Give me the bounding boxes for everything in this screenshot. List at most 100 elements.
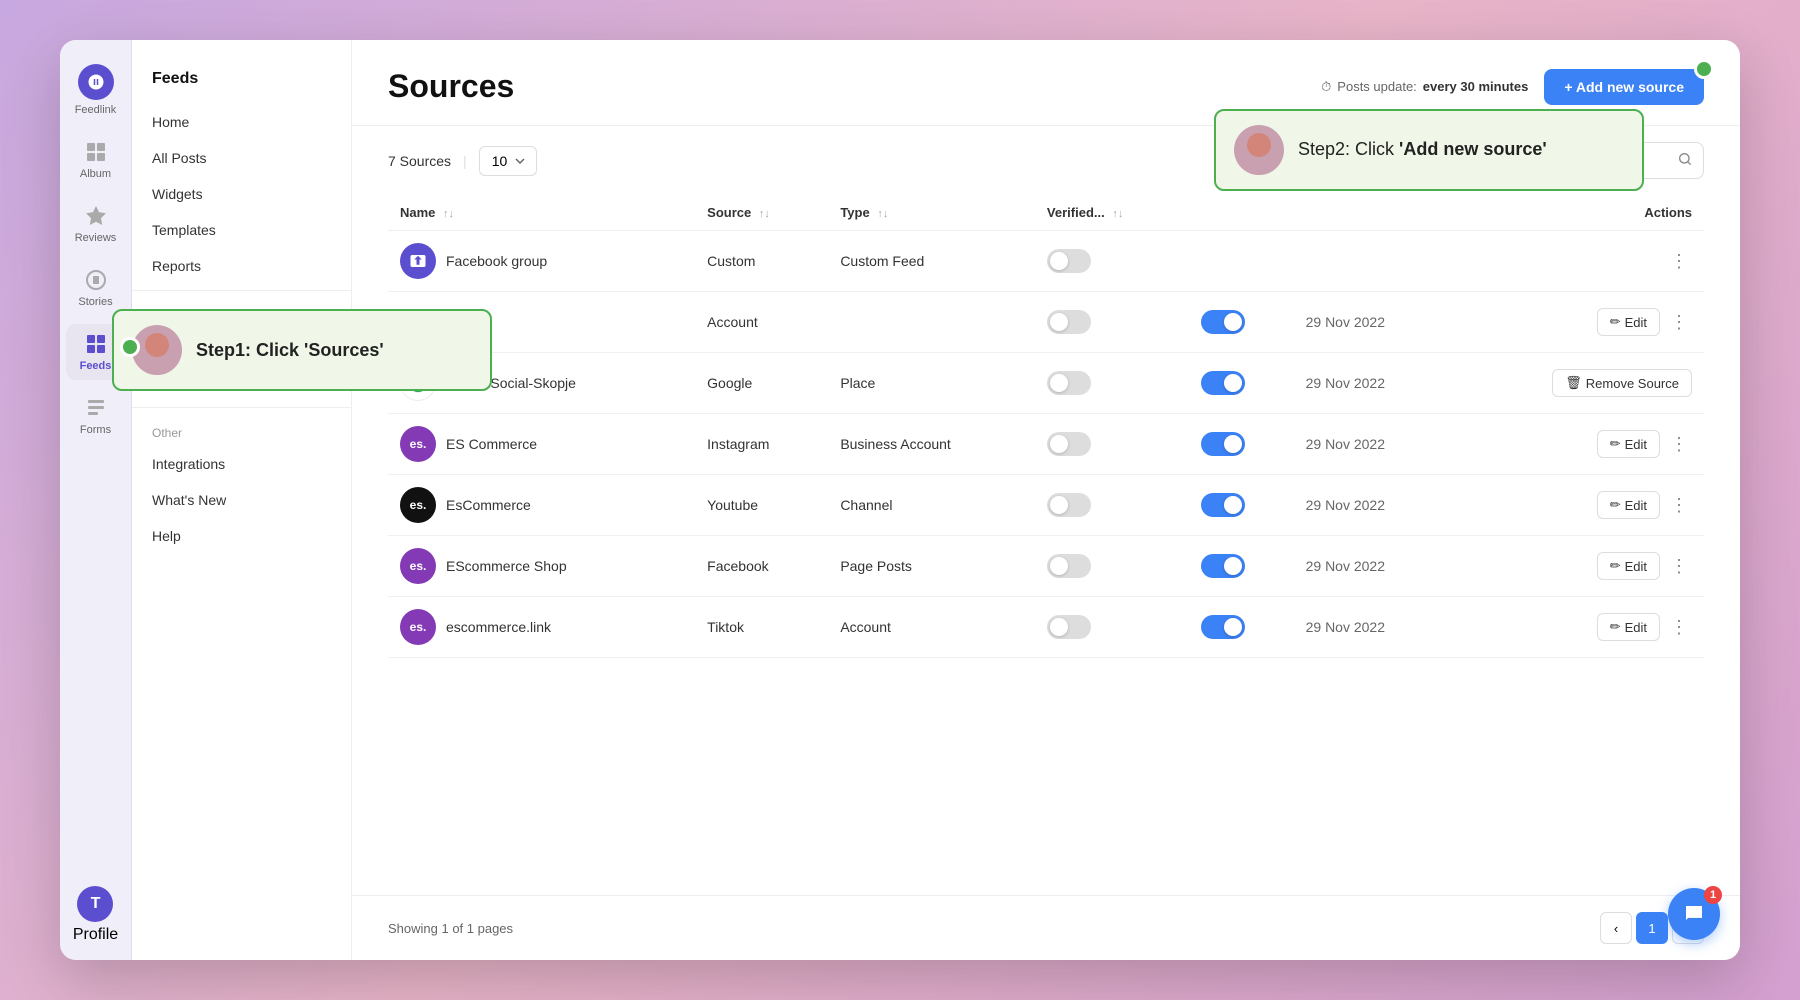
toggle-verified[interactable] <box>1047 615 1091 639</box>
cell-actions: ✏ Edit⋮ <box>1452 475 1704 536</box>
toggle-verified[interactable] <box>1047 554 1091 578</box>
sidebar-item-all-posts[interactable]: All Posts <box>132 140 351 176</box>
cell-type: Page Posts <box>828 536 1035 597</box>
more-options-button[interactable]: ⋮ <box>1666 247 1692 276</box>
edit-icon: ✏ <box>1610 314 1621 330</box>
toggle-enabled[interactable] <box>1201 554 1245 578</box>
table-row: Facebook group Custom Custom Feed ⋮ <box>388 231 1704 292</box>
toggle-verified[interactable] <box>1047 249 1091 273</box>
source-name-text: escommerce.link <box>446 619 551 635</box>
nav-feedlink[interactable]: Feedlink <box>66 56 126 124</box>
toggle-verified[interactable] <box>1047 310 1091 334</box>
sidebar-item-templates[interactable]: Templates <box>132 212 351 248</box>
step1-green-dot <box>120 337 140 357</box>
nav-album[interactable]: Album <box>66 132 126 188</box>
album-icon <box>84 140 108 164</box>
edit-button[interactable]: ✏ Edit <box>1597 491 1660 519</box>
sidebar-item-help-label: Help <box>152 528 181 544</box>
cell-verified-toggle <box>1035 414 1189 475</box>
album-label: Album <box>80 168 111 180</box>
cell-actions: ✏ Edit⋮ <box>1452 292 1704 353</box>
edit-icon: ✏ <box>1610 558 1621 574</box>
more-options-button[interactable]: ⋮ <box>1666 491 1692 520</box>
more-options-button[interactable]: ⋮ <box>1666 613 1692 642</box>
table-row: EmbedSocial-Skopje Google Place 29 Nov 2… <box>388 353 1704 414</box>
sidebar: Feeds Home All Posts Widgets Templates R… <box>132 40 352 960</box>
edit-icon: ✏ <box>1610 619 1621 635</box>
step2-text: Step2: Click 'Add new source' <box>1298 139 1547 160</box>
more-options-button[interactable]: ⋮ <box>1666 308 1692 337</box>
toggle-enabled[interactable] <box>1201 615 1245 639</box>
step2-avatar <box>1234 125 1284 175</box>
sidebar-item-sources[interactable]: Sources Step1: Click 'Sources' <box>132 329 351 365</box>
edit-button[interactable]: ✏ Edit <box>1597 308 1660 336</box>
cell-verified-toggle <box>1035 353 1189 414</box>
more-options-button[interactable]: ⋮ <box>1666 552 1692 581</box>
nav-reviews[interactable]: Reviews <box>66 196 126 252</box>
edit-button[interactable]: ✏ Edit <box>1597 552 1660 580</box>
cell-actions: ✏ Edit⋮ <box>1452 536 1704 597</box>
cell-verified-toggle <box>1035 597 1189 658</box>
chat-bubble[interactable]: 1 <box>1668 888 1720 940</box>
prev-page-button[interactable]: ‹ <box>1600 912 1632 944</box>
toggle-verified[interactable] <box>1047 432 1091 456</box>
type-sort[interactable]: ↑↓ <box>877 208 888 220</box>
source-name-text: ES Commerce <box>446 436 537 452</box>
edit-button[interactable]: ✏ Edit <box>1597 613 1660 641</box>
cell-enabled-toggle <box>1189 231 1293 292</box>
cell-actions: ✏ Edit⋮ <box>1452 597 1704 658</box>
trash-icon: 🗑 <box>1565 375 1582 391</box>
sidebar-item-integrations[interactable]: Integrations <box>132 446 351 482</box>
add-source-wrapper: + Add new source Step2: Click 'Add new <box>1544 69 1704 105</box>
toggle-enabled[interactable] <box>1201 432 1245 456</box>
sidebar-item-widgets[interactable]: Widgets <box>132 176 351 212</box>
sidebar-item-reports[interactable]: Reports <box>132 248 351 284</box>
col-verified: Verified... ↑↓ <box>1035 195 1189 231</box>
add-source-button[interactable]: + Add new source <box>1544 69 1704 105</box>
more-options-button[interactable]: ⋮ <box>1666 430 1692 459</box>
step1-tooltip: Step1: Click 'Sources' <box>112 309 492 391</box>
col-name: Name ↑↓ <box>388 195 695 231</box>
cell-source: Account <box>695 292 828 353</box>
col-type: Type ↑↓ <box>828 195 1035 231</box>
sidebar-item-whats-new[interactable]: What's New <box>132 482 351 518</box>
nav-stories[interactable]: Stories <box>66 260 126 316</box>
sidebar-item-home[interactable]: Home <box>132 104 351 140</box>
cell-type <box>828 292 1035 353</box>
verified-sort[interactable]: ↑↓ <box>1112 208 1123 220</box>
cell-name: es. EsCommerce <box>388 475 695 536</box>
toggle-enabled[interactable] <box>1201 493 1245 517</box>
source-name-text: EsCommerce <box>446 497 531 513</box>
nav-profile[interactable]: T Profile <box>73 886 118 944</box>
table-body: Facebook group Custom Custom Feed ⋮ Acco… <box>388 231 1704 658</box>
posts-update-label: Posts update: <box>1337 79 1417 94</box>
per-page-select[interactable]: 10 25 50 <box>479 146 537 176</box>
sidebar-item-reports-label: Reports <box>152 258 201 274</box>
cell-verified-toggle <box>1035 475 1189 536</box>
sidebar-item-allposts-label: All Posts <box>152 150 206 166</box>
chat-badge: 1 <box>1704 886 1722 904</box>
step2-green-dot <box>1694 59 1714 79</box>
sidebar-item-help[interactable]: Help <box>132 518 351 554</box>
edit-button[interactable]: ✏ Edit <box>1597 430 1660 458</box>
main-content: Sources ⏱ Posts update: every 30 minutes… <box>352 40 1740 960</box>
search-button[interactable] <box>1667 143 1703 178</box>
toggle-enabled[interactable] <box>1201 310 1245 334</box>
toggle-verified[interactable] <box>1047 371 1091 395</box>
sidebar-item-integrations-label: Integrations <box>152 456 225 472</box>
toggle-verified[interactable] <box>1047 493 1091 517</box>
source-sort[interactable]: ↑↓ <box>759 208 770 220</box>
pagination: Showing 1 of 1 pages ‹ 1 › <box>352 895 1740 960</box>
cell-source: Google <box>695 353 828 414</box>
nav-forms[interactable]: Forms <box>66 388 126 444</box>
cell-date <box>1294 231 1453 292</box>
table-row: es. ES Commerce Instagram Business Accou… <box>388 414 1704 475</box>
reviews-label: Reviews <box>75 232 117 244</box>
name-sort[interactable]: ↑↓ <box>443 208 454 220</box>
page-1-button[interactable]: 1 <box>1636 912 1668 944</box>
cell-name: es. EScommerce Shop <box>388 536 695 597</box>
cell-enabled-toggle <box>1189 292 1293 353</box>
toggle-enabled[interactable] <box>1201 371 1245 395</box>
remove-source-button[interactable]: 🗑 Remove Source <box>1552 369 1692 397</box>
cell-enabled-toggle <box>1189 597 1293 658</box>
